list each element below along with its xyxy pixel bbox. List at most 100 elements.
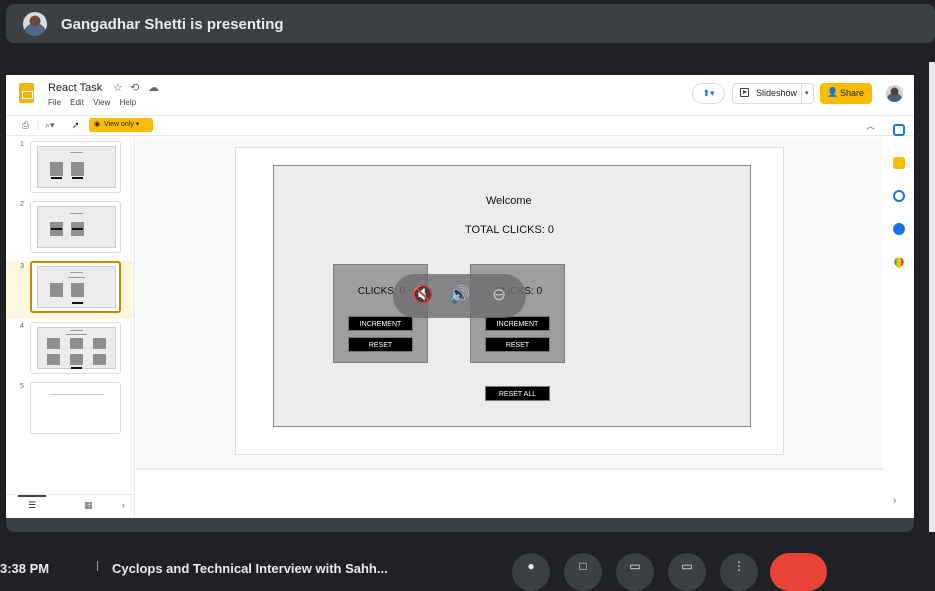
reset-button[interactable]: RESET	[348, 337, 413, 352]
zoom-icon[interactable]: ⌕▾	[45, 120, 55, 131]
speaker-notes[interactable]	[136, 470, 882, 518]
slideshow-button[interactable]: Slideshow ▾	[732, 83, 814, 104]
print-icon[interactable]: ⎙	[22, 120, 29, 131]
presenter-media-controls: 🔇 🔊 ⊖	[393, 274, 526, 318]
present-icon: ⬆▾	[702, 88, 715, 98]
slides-logo-icon[interactable]	[19, 83, 34, 103]
slide-number: 3	[20, 263, 24, 270]
maps-icon[interactable]	[892, 255, 906, 269]
present-screen-icon: ▭	[681, 559, 693, 573]
mic-icon: ●	[527, 559, 535, 573]
filmstrip-footer: ☰ ▦ ‹	[6, 494, 135, 518]
mini-button	[51, 177, 62, 179]
mini-button	[71, 367, 82, 369]
keep-icon[interactable]	[893, 157, 905, 169]
slide-thumbnail-2[interactable]	[30, 201, 121, 253]
document-title[interactable]: React Task	[48, 82, 102, 94]
toolbar: ⎙ | ⌕▾ ➚ View only ▾	[6, 115, 914, 136]
present-now-button[interactable]: ▭	[668, 553, 706, 591]
reset-all-button[interactable]: RESET ALL	[485, 386, 550, 401]
chevron-down-icon[interactable]: ▾	[805, 89, 809, 97]
slide-number: 2	[20, 201, 24, 208]
contacts-icon[interactable]	[893, 223, 905, 235]
end-call-button[interactable]	[770, 553, 827, 591]
mini-card	[50, 283, 63, 297]
share-label: Share	[840, 88, 865, 98]
select-cursor-icon[interactable]: ➚	[72, 120, 80, 131]
mini-card	[70, 338, 83, 349]
presenter-bar: Gangadhar Shetti is presenting	[6, 4, 935, 43]
shared-screen: React Task ☆ ⟲ ☁ File Edit View Help ⬆▾ …	[6, 75, 914, 518]
slide-thumbnail-3[interactable]	[30, 261, 121, 313]
mini-text	[70, 213, 83, 214]
mini-card	[47, 354, 60, 365]
reset-button[interactable]: RESET	[485, 337, 550, 352]
user-avatar[interactable]	[886, 85, 903, 102]
slide-number: 4	[20, 323, 24, 330]
volume-icon[interactable]: 🔊	[449, 285, 470, 305]
more-vert-icon: ⋮	[733, 559, 745, 573]
mini-text	[68, 277, 85, 278]
lock-icon: 👤	[827, 87, 839, 97]
mini-card	[71, 162, 84, 176]
menu-bar: File Edit View Help	[48, 98, 143, 107]
adjacent-tile-edge	[929, 62, 935, 532]
mic-button[interactable]: ●	[512, 553, 550, 591]
captions-button[interactable]: ▭	[616, 553, 654, 591]
divider	[97, 561, 98, 571]
mini-button	[51, 228, 62, 230]
mini-button	[72, 228, 83, 230]
mini-text	[49, 394, 104, 395]
mini-card	[93, 338, 106, 349]
remove-icon[interactable]: ⊖	[492, 285, 506, 305]
slide-thumbnail-5[interactable]	[30, 382, 121, 434]
view-only-label: View only	[104, 121, 134, 128]
grid-view-icon[interactable]: ▦	[84, 500, 93, 511]
mini-text	[70, 152, 83, 153]
filmstrip-view-icon[interactable]: ☰	[28, 500, 36, 511]
star-icon[interactable]: ☆	[113, 81, 123, 94]
slide-thumbnail-4[interactable]	[30, 322, 121, 374]
menu-edit[interactable]: Edit	[70, 98, 84, 107]
menu-view[interactable]: View	[93, 98, 110, 107]
share-button[interactable]: 👤 Share	[820, 83, 872, 104]
menu-file[interactable]: File	[48, 98, 61, 107]
tasks-icon[interactable]	[893, 190, 905, 202]
camera-button[interactable]: □	[564, 553, 602, 591]
mute-icon[interactable]: 🔇	[412, 285, 433, 305]
mini-card	[71, 283, 84, 297]
view-only-button[interactable]: View only ▾	[89, 118, 153, 132]
mini-text	[66, 334, 87, 335]
play-icon	[740, 88, 749, 97]
move-to-folder-icon[interactable]: ⟲	[130, 81, 139, 94]
more-options-button[interactable]: ⋮	[720, 553, 758, 591]
increment-button[interactable]: INCREMENT	[485, 316, 550, 331]
captions-icon: ▭	[629, 559, 641, 573]
chevron-up-icon[interactable]: ︿	[866, 119, 875, 132]
present-button[interactable]: ⬆▾	[692, 83, 725, 104]
mini-text	[70, 272, 83, 273]
total-clicks-text: TOTAL CLICKS: 0	[465, 224, 555, 236]
divider: |	[37, 120, 40, 130]
chevron-right-icon[interactable]: ›	[893, 495, 896, 506]
slide-number: 5	[20, 383, 24, 390]
slideshow-label: Slideshow	[756, 88, 798, 98]
mini-card	[50, 162, 63, 176]
camera-icon: □	[579, 559, 587, 573]
menu-help[interactable]: Help	[120, 98, 136, 107]
divider	[801, 84, 802, 103]
calendar-icon[interactable]	[893, 124, 905, 136]
mini-button	[72, 177, 83, 179]
cloud-status-icon[interactable]: ☁	[148, 81, 159, 94]
welcome-heading: Welcome	[486, 195, 532, 207]
mini-card	[93, 354, 106, 365]
collapse-panel-icon[interactable]: ‹	[122, 500, 125, 510]
filmstrip: 1 2 3 4 5	[6, 137, 135, 518]
slide-number: 1	[20, 141, 24, 148]
slide-thumbnail-1[interactable]	[30, 141, 121, 193]
screen-bottom-strip	[6, 518, 914, 532]
presenter-avatar	[23, 12, 47, 36]
increment-button[interactable]: INCREMENT	[348, 316, 413, 331]
mini-card	[47, 338, 60, 349]
mini-text	[70, 330, 83, 331]
